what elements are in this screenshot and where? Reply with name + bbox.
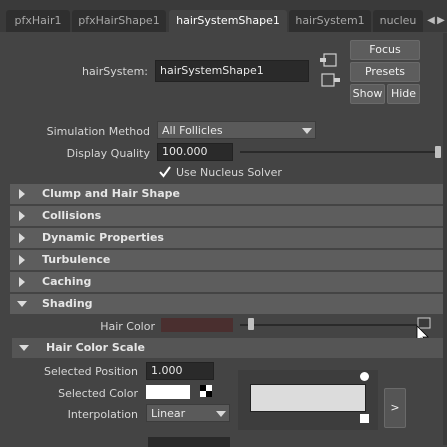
section-shading[interactable]: Shading [10, 294, 443, 314]
selected-color-label: Selected Color [58, 387, 138, 400]
interpolation-label: Interpolation [67, 408, 138, 421]
display-quality-slider-handle[interactable] [435, 146, 441, 158]
tab-hairsystem1[interactable]: hairSystem1 [289, 10, 371, 32]
selected-position-field[interactable]: 1.000 [146, 362, 214, 380]
hair-color-slider[interactable] [240, 324, 420, 326]
presets-button[interactable]: Presets [350, 62, 420, 82]
tab-scroll-right-icon[interactable]: ▶ [435, 12, 447, 30]
show-button[interactable]: Show [350, 84, 385, 104]
ramp-widget[interactable] [238, 370, 378, 430]
section-turbulence[interactable]: Turbulence [10, 250, 443, 270]
collapse-arrow-icon [19, 345, 29, 351]
focus-button[interactable]: Focus [350, 40, 420, 60]
simulation-method-value: All Follicles [162, 124, 223, 137]
hair-color-swatch[interactable] [161, 318, 233, 332]
hairsystem-name-field[interactable]: hairSystemShape1 [155, 60, 309, 82]
hair-color-label: Hair Color [100, 320, 155, 333]
section-dynamic-properties[interactable]: Dynamic Properties [10, 228, 443, 248]
scrollbar[interactable] [443, 33, 447, 445]
section-hair-color-scale[interactable]: Hair Color Scale [12, 338, 443, 358]
tab-pfxhairshape1[interactable]: pfxHairShape1 [72, 10, 166, 32]
tab-pfxhair1[interactable]: pfxHair1 [6, 10, 70, 32]
display-quality-label: Display Quality [66, 147, 150, 160]
use-nucleus-solver-checkbox[interactable] [158, 165, 172, 179]
section-caching[interactable]: Caching [10, 272, 443, 292]
simulation-method-label: Simulation Method [46, 125, 150, 138]
use-nucleus-solver-label: Use Nucleus Solver [176, 166, 282, 179]
tab-nucleus[interactable]: nucleu [373, 10, 423, 32]
expand-arrow-icon [19, 189, 25, 199]
expand-arrow-icon [19, 277, 25, 287]
interpolation-value: Linear [151, 407, 186, 420]
expand-arrow-icon [19, 233, 25, 243]
ramp-position-handle[interactable] [360, 372, 369, 381]
chevron-down-icon [297, 122, 315, 138]
ramp-gradient[interactable] [250, 384, 366, 412]
simulation-method-dropdown[interactable]: All Follicles [157, 121, 316, 139]
partial-field[interactable] [148, 437, 230, 447]
tab-bar: pfxHair1 pfxHairShape1 hairSystemShape1 … [0, 0, 447, 32]
interpolation-dropdown[interactable]: Linear [146, 404, 230, 422]
ramp-expand-button[interactable]: > [384, 388, 406, 428]
ramp-value-handle[interactable] [360, 414, 369, 423]
display-quality-field[interactable]: 100.000 [157, 143, 233, 161]
expand-arrow-icon [19, 255, 25, 265]
hairsystem-label: hairSystem: [81, 65, 148, 78]
hair-color-slider-handle[interactable] [248, 318, 254, 330]
section-clump-and-hair-shape[interactable]: Clump and Hair Shape [10, 184, 443, 204]
chevron-down-icon [211, 405, 229, 421]
input-connection-icon[interactable] [320, 52, 342, 68]
collapse-arrow-icon [17, 301, 27, 307]
hide-button[interactable]: Hide [387, 84, 420, 104]
output-connection-icon[interactable] [320, 72, 342, 88]
expand-arrow-icon [19, 211, 25, 221]
section-collisions[interactable]: Collisions [10, 206, 443, 226]
tab-hairsystemshape1[interactable]: hairSystemShape1 [169, 10, 287, 32]
selected-position-label: Selected Position [43, 365, 138, 378]
checker-map-icon[interactable] [200, 385, 212, 397]
selected-color-swatch[interactable] [146, 385, 190, 399]
display-quality-slider[interactable] [240, 151, 438, 153]
